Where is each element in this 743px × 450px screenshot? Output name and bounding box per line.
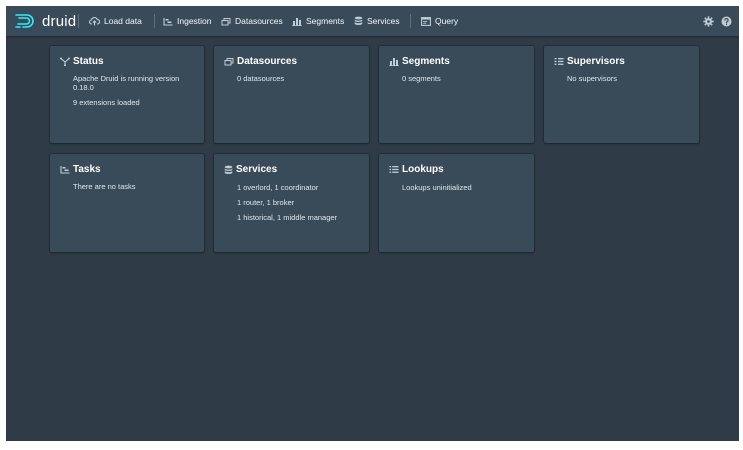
segments-card[interactable]: Segments 0 segments (379, 46, 534, 143)
cloud-upload-icon (89, 16, 100, 26)
card-title-text: Supervisors (567, 56, 625, 67)
card-title-text: Datasources (237, 56, 298, 67)
card-title-text: Services (236, 164, 278, 175)
card-title: Lookups (389, 164, 444, 175)
tasks-card[interactable]: Tasks There are no tasks (50, 154, 204, 252)
nav-services[interactable]: Services (354, 13, 400, 29)
application-icon (421, 16, 431, 26)
gantt-chart-icon (60, 165, 70, 174)
settings-icon (703, 14, 714, 32)
nav-label: Ingestion (177, 16, 212, 26)
nav-label: Load data (104, 16, 142, 26)
lookups-card[interactable]: Lookups Lookups uninitialized (379, 154, 534, 252)
nav-divider (78, 14, 79, 28)
card-line: 9 extensions loaded (73, 98, 140, 107)
card-line: No supervisors (567, 74, 618, 83)
card-line: 0 segments (402, 74, 441, 83)
card-title-text: Status (73, 56, 104, 67)
card-title-text: Tasks (73, 164, 101, 175)
nav-label: Query (435, 16, 459, 26)
multi-select-icon (224, 57, 234, 66)
card-title: Supervisors (554, 56, 625, 67)
nav-divider (410, 14, 411, 28)
status-card[interactable]: Status Apache Druid is running version 0… (50, 46, 204, 143)
settings-button[interactable] (703, 14, 714, 32)
datasources-card[interactable]: Datasources 0 datasources (214, 46, 369, 143)
multi-select-icon (221, 17, 231, 26)
nav-label: Services (367, 16, 400, 26)
logo-text: druid (42, 12, 77, 30)
nav-query[interactable]: Query (421, 13, 458, 29)
stacked-chart-icon (389, 57, 399, 66)
gantt-chart-icon (163, 17, 173, 26)
card-line: 1 overlord, 1 coordinator (237, 183, 319, 192)
console-frame: druid Load data Ingestion Datasources Se… (6, 6, 739, 441)
help-button[interactable] (721, 14, 732, 32)
nav-ingestion[interactable]: Ingestion (163, 13, 212, 29)
list-columns-icon (554, 57, 564, 66)
nav-segments[interactable]: Segments (292, 13, 344, 29)
header-navbar: druid Load data Ingestion Datasources Se… (6, 6, 739, 36)
card-title: Tasks (60, 164, 101, 175)
card-line: 1 router, 1 broker (237, 198, 295, 207)
card-title: Services (224, 164, 277, 175)
supervisors-card[interactable]: Supervisors No supervisors (544, 46, 699, 143)
druid-logo-icon (14, 13, 38, 29)
card-line: 0 datasources (237, 74, 285, 83)
nav-label: Segments (306, 16, 345, 26)
nav-load-data[interactable]: Load data (89, 13, 142, 29)
database-icon (224, 165, 233, 175)
services-card[interactable]: Services 1 overlord, 1 coordinator 1 rou… (214, 154, 369, 252)
card-title-text: Segments (402, 56, 450, 67)
nav-label: Datasources (235, 16, 283, 26)
database-icon (354, 16, 363, 26)
card-title: Datasources (224, 56, 297, 67)
card-title: Segments (389, 56, 450, 67)
card-title-text: Lookups (402, 164, 444, 175)
properties-icon (389, 165, 399, 174)
druid-logo[interactable]: druid (14, 12, 76, 30)
nav-datasources[interactable]: Datasources (221, 13, 283, 29)
help-icon (721, 14, 732, 32)
card-line: There are no tasks (73, 182, 136, 191)
card-line: Lookups uninitialized (402, 183, 472, 192)
card-line: 1 historical, 1 middle manager (237, 213, 338, 222)
graph-icon (60, 57, 70, 66)
card-title: Status (60, 56, 104, 67)
card-line: 0.18.0 (73, 83, 94, 92)
nav-divider (154, 14, 155, 28)
stacked-chart-icon (292, 17, 302, 26)
